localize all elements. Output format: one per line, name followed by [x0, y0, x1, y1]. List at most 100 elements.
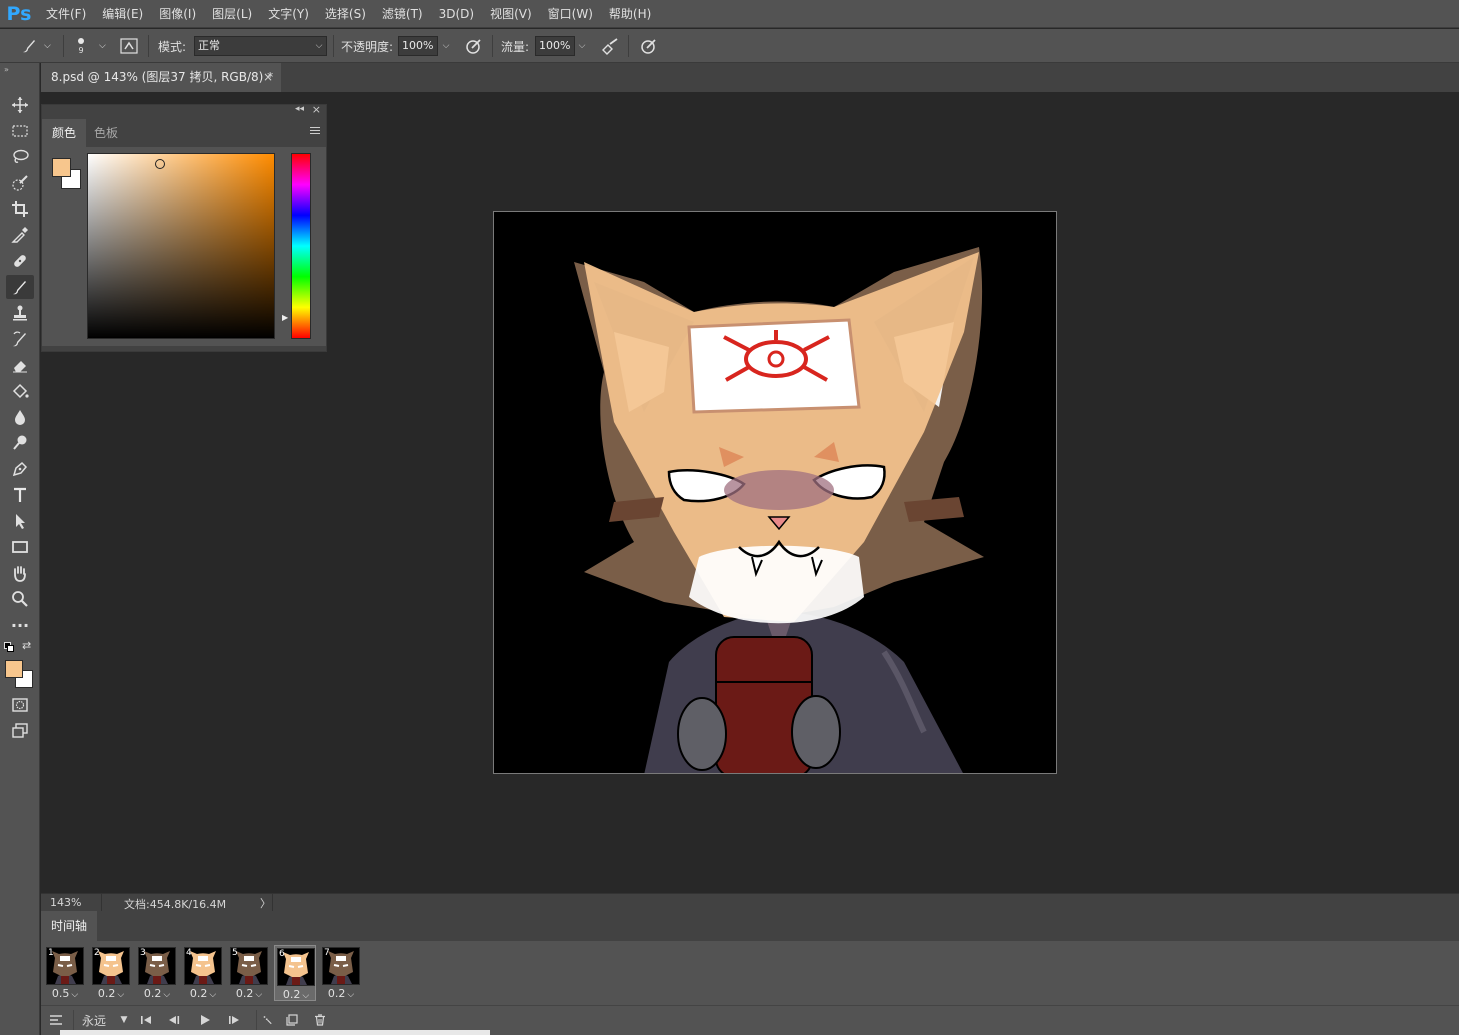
- dodge-tool-icon[interactable]: [6, 431, 34, 455]
- timeline-frame[interactable]: 2 0.2 ⌵: [90, 945, 132, 1001]
- pen-tool-icon[interactable]: [6, 457, 34, 481]
- document-canvas[interactable]: [493, 211, 1057, 774]
- brush-preset-caret-icon[interactable]: ⌵: [99, 29, 106, 63]
- opacity-caret-icon[interactable]: ⌵: [439, 36, 453, 56]
- screen-mode-icon[interactable]: [6, 719, 34, 743]
- history-brush-tool-icon[interactable]: [6, 327, 34, 351]
- clone-stamp-tool-icon[interactable]: [6, 301, 34, 325]
- tool-preset-caret-icon[interactable]: ⌵: [44, 29, 51, 63]
- hand-tool-icon[interactable]: [6, 561, 34, 585]
- menu-item[interactable]: 文件(F): [38, 0, 94, 28]
- quick-selection-tool-icon[interactable]: [6, 171, 34, 195]
- frame-delay-select[interactable]: 0.2 ⌵: [136, 987, 178, 1000]
- frame-delay-select[interactable]: 0.2 ⌵: [320, 987, 362, 1000]
- frame-number: 5: [232, 948, 238, 958]
- document-tab[interactable]: 8.psd @ 143% (图层37 拷贝, RGB/8) * ×: [41, 63, 281, 92]
- default-colors-icon[interactable]: [4, 642, 14, 652]
- menu-item[interactable]: 视图(V): [482, 0, 540, 28]
- frame-delay-caret-icon[interactable]: ⌵: [255, 990, 262, 1000]
- frame-delay-caret-icon[interactable]: ⌵: [163, 990, 170, 1000]
- lasso-tool-icon[interactable]: [6, 145, 34, 169]
- close-document-icon[interactable]: ×: [263, 63, 273, 92]
- type-tool-icon[interactable]: [6, 483, 34, 507]
- menu-item[interactable]: 窗口(W): [540, 0, 601, 28]
- menu-item[interactable]: 帮助(H): [601, 0, 659, 28]
- path-selection-tool-icon[interactable]: [6, 509, 34, 533]
- timeline-frame[interactable]: 6 0.2 ⌵: [274, 945, 316, 1001]
- rectangle-tool-icon[interactable]: [6, 535, 34, 559]
- collapse-panel-icon[interactable]: ◂◂: [295, 104, 304, 114]
- opacity-input[interactable]: 100%: [398, 36, 438, 56]
- timeline-frame[interactable]: 5 0.2 ⌵: [228, 945, 270, 1001]
- brush-tool-icon[interactable]: [20, 29, 38, 63]
- mode-select[interactable]: 正常: [194, 36, 327, 56]
- zoom-tool-icon[interactable]: [6, 587, 34, 611]
- mode-caret-icon[interactable]: ⌵: [312, 36, 326, 56]
- frame-delay-select[interactable]: 0.2 ⌵: [228, 987, 270, 1000]
- frame-delay-select[interactable]: 0.5 ⌵: [44, 987, 86, 1000]
- menu-item[interactable]: 选择(S): [317, 0, 374, 28]
- frame-delay-caret-icon[interactable]: ⌵: [347, 990, 354, 1000]
- airbrush-icon[interactable]: [600, 29, 620, 63]
- collapse-toolbar-icon[interactable]: »: [4, 65, 9, 74]
- move-tool-icon[interactable]: [6, 93, 34, 117]
- flow-caret-icon[interactable]: ⌵: [575, 36, 589, 56]
- pressure-opacity-icon[interactable]: [464, 29, 484, 63]
- next-frame-icon[interactable]: [227, 1010, 241, 1030]
- zoom-level[interactable]: 143%: [50, 896, 81, 909]
- first-frame-icon[interactable]: [139, 1010, 153, 1030]
- menu-item[interactable]: 滤镜(T): [374, 0, 431, 28]
- paint-bucket-tool-icon[interactable]: [6, 379, 34, 403]
- loop-caret-icon[interactable]: ▼: [118, 1010, 130, 1030]
- panel-foreground-swatch[interactable]: [52, 158, 71, 177]
- swap-colors-icon[interactable]: ⇄: [22, 639, 31, 652]
- frame-delay-select[interactable]: 0.2 ⌵: [182, 987, 224, 1000]
- menu-item[interactable]: 编辑(E): [94, 0, 151, 28]
- timeline-frame[interactable]: 1 0.5 ⌵: [44, 945, 86, 1001]
- healing-brush-tool-icon[interactable]: [6, 249, 34, 273]
- crop-tool-icon[interactable]: [6, 197, 34, 221]
- tab-swatches[interactable]: 色板: [84, 119, 128, 147]
- timeline-frame[interactable]: 7 0.2 ⌵: [320, 945, 362, 1001]
- color-picker-field[interactable]: [87, 153, 275, 339]
- menu-item[interactable]: 文字(Y): [260, 0, 317, 28]
- play-icon[interactable]: [198, 1010, 212, 1030]
- timeline-frame[interactable]: 4 0.2 ⌵: [182, 945, 224, 1001]
- quick-mask-icon[interactable]: [6, 693, 34, 717]
- brush-settings-icon[interactable]: [120, 29, 138, 63]
- more-tools-icon[interactable]: ···: [6, 613, 34, 637]
- panel-menu-icon[interactable]: [310, 127, 320, 137]
- tab-color[interactable]: 颜色: [42, 119, 87, 147]
- flow-input[interactable]: 100%: [535, 36, 575, 56]
- menu-item[interactable]: 图层(L): [204, 0, 260, 28]
- picker-marker-icon[interactable]: [155, 159, 165, 169]
- previous-frame-icon[interactable]: [167, 1010, 181, 1030]
- foreground-color-swatch[interactable]: [5, 660, 23, 678]
- frame-delay-caret-icon[interactable]: ⌵: [209, 990, 216, 1000]
- brush-tool-active-icon[interactable]: [6, 275, 34, 299]
- duplicate-frame-icon[interactable]: [285, 1010, 299, 1030]
- blur-tool-icon[interactable]: [6, 405, 34, 429]
- frame-delay-select[interactable]: 0.2 ⌵: [90, 987, 132, 1000]
- menu-item[interactable]: 3D(D): [431, 0, 482, 28]
- frame-delay-caret-icon[interactable]: ⌵: [117, 990, 124, 1000]
- hue-slider[interactable]: [291, 153, 311, 339]
- tab-timeline[interactable]: 时间轴: [41, 911, 98, 941]
- eyedropper-tool-icon[interactable]: [6, 223, 34, 247]
- pressure-size-icon[interactable]: [639, 29, 659, 63]
- convert-to-video-timeline-icon[interactable]: [47, 1010, 65, 1030]
- frame-delay-caret-icon[interactable]: ⌵: [302, 991, 309, 1001]
- panel-resize-handle[interactable]: [42, 346, 326, 351]
- hue-slider-handle-icon[interactable]: ▶: [282, 313, 288, 322]
- close-panel-icon[interactable]: ×: [312, 103, 321, 116]
- delete-frame-icon[interactable]: [313, 1010, 327, 1030]
- brush-preset-picker[interactable]: 9: [78, 29, 84, 63]
- marquee-tool-icon[interactable]: [6, 119, 34, 143]
- timeline-frame[interactable]: 3 0.2 ⌵: [136, 945, 178, 1001]
- frame-delay-caret-icon[interactable]: ⌵: [71, 990, 78, 1000]
- menu-item[interactable]: 图像(I): [151, 0, 204, 28]
- frame-delay-select[interactable]: 0.2 ⌵: [275, 988, 317, 1001]
- tween-icon[interactable]: [256, 1010, 272, 1030]
- status-menu-arrow-icon[interactable]: 〉: [260, 895, 271, 911]
- eraser-tool-icon[interactable]: [6, 353, 34, 377]
